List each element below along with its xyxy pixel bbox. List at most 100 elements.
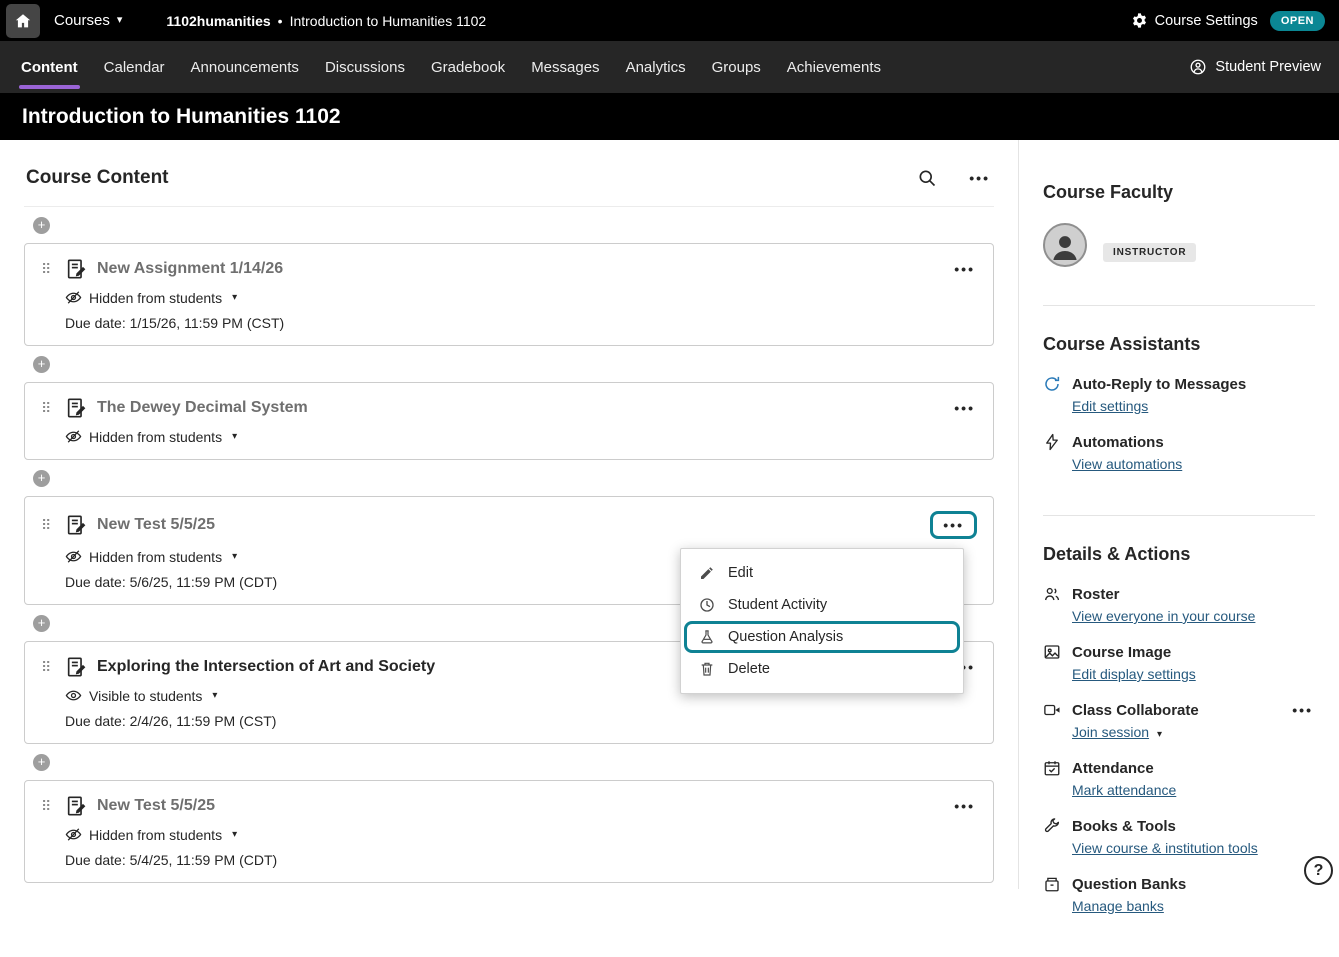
sidebar-item-attendance: Attendance Mark attendance (1043, 759, 1315, 800)
item-menu-button[interactable]: ••• (952, 797, 977, 815)
tab-content[interactable]: Content (8, 41, 91, 93)
course-assistants-section: Course Assistants Auto-Reply to Messages… (1043, 305, 1315, 515)
breadcrumb-separator: • (278, 13, 283, 29)
student-preview-button[interactable]: Student Preview (1189, 41, 1331, 93)
test-icon (65, 795, 87, 817)
item-menu-button[interactable]: ••• (952, 399, 977, 417)
edit-settings-link[interactable]: Edit settings (1072, 398, 1148, 414)
flask-icon (699, 629, 715, 645)
tab-announcements[interactable]: Announcements (178, 41, 312, 93)
menu-item-delete[interactable]: Delete (681, 653, 963, 685)
question-banks-icon (1043, 875, 1061, 893)
course-settings-button[interactable]: Course Settings (1131, 12, 1258, 29)
menu-item-question-analysis[interactable]: Question Analysis (684, 621, 960, 653)
assignment-icon (65, 656, 87, 678)
mark-attendance-link[interactable]: Mark attendance (1072, 782, 1176, 798)
open-status-badge: OPEN (1270, 11, 1325, 31)
breadcrumb-course-name: Introduction to Humanities 1102 (290, 13, 487, 29)
breadcrumb: 1102humanities • Introduction to Humanit… (166, 13, 486, 29)
search-button[interactable] (915, 166, 939, 190)
view-course-tools-link[interactable]: View course & institution tools (1072, 840, 1258, 856)
ellipsis-icon: ••• (1292, 703, 1313, 717)
content-overflow-menu-button[interactable]: ••• (967, 169, 992, 187)
clock-icon (699, 597, 715, 613)
add-content-button[interactable]: + (33, 615, 50, 632)
ellipsis-icon: ••• (954, 262, 975, 276)
tab-achievements[interactable]: Achievements (774, 41, 894, 93)
trash-icon (699, 661, 715, 677)
content-item-title[interactable]: New Test 5/5/25 (97, 797, 215, 815)
image-icon (1043, 643, 1061, 661)
sidebar-item-course-image: Course Image Edit display settings (1043, 643, 1315, 684)
tab-messages[interactable]: Messages (518, 41, 612, 93)
tab-gradebook[interactable]: Gradebook (418, 41, 518, 93)
visibility-dropdown[interactable]: Hidden from students ▾ (65, 289, 977, 306)
drag-handle[interactable]: ⠿ (41, 261, 55, 278)
breadcrumb-course-id: 1102humanities (166, 13, 270, 29)
course-content-panel: Course Content ••• + ⠿ New Assignment 1/… (0, 140, 1018, 889)
course-content-heading: Course Content (26, 167, 169, 189)
student-preview-icon (1189, 58, 1207, 76)
collaborate-camera-icon (1043, 701, 1061, 719)
home-icon (14, 12, 32, 30)
join-session-link[interactable]: Join session (1072, 724, 1149, 740)
drag-handle[interactable]: ⠿ (41, 798, 55, 815)
assignment-icon (65, 258, 87, 280)
drag-handle[interactable]: ⠿ (41, 517, 55, 534)
caret-down-icon: ▾ (117, 15, 123, 26)
tab-analytics[interactable]: Analytics (613, 41, 699, 93)
home-button[interactable] (6, 4, 40, 38)
manage-banks-link[interactable]: Manage banks (1072, 898, 1164, 914)
add-content-button[interactable]: + (33, 470, 50, 487)
caret-down-icon: ▾ (232, 829, 237, 840)
course-faculty-heading: Course Faculty (1043, 182, 1315, 203)
add-content-button[interactable]: + (33, 356, 50, 373)
tab-calendar[interactable]: Calendar (91, 41, 178, 93)
courses-dropdown[interactable]: Courses ▾ (54, 12, 122, 29)
sidebar-item-question-banks: Question Banks Manage banks (1043, 875, 1315, 916)
add-content-button[interactable]: + (33, 754, 50, 771)
course-details-sidebar: Course Faculty INSTRUCTOR Course Assista… (1018, 140, 1339, 889)
menu-item-student-activity[interactable]: Student Activity (681, 589, 963, 621)
caret-down-icon: ▾ (1157, 729, 1162, 740)
gear-icon (1131, 12, 1148, 29)
course-nav: Content Calendar Announcements Discussio… (0, 41, 1339, 93)
lightning-bolt-icon (1043, 433, 1061, 451)
content-item-title[interactable]: New Assignment 1/14/26 (97, 260, 283, 278)
item-menu-button[interactable]: ••• (952, 260, 977, 278)
tab-discussions[interactable]: Discussions (312, 41, 418, 93)
view-automations-link[interactable]: View automations (1072, 456, 1182, 472)
ellipsis-icon: ••• (954, 799, 975, 813)
attendance-calendar-icon (1043, 759, 1061, 777)
add-content-button[interactable]: + (33, 217, 50, 234)
content-item-card: ⠿ New Assignment 1/14/26 ••• Hidden from… (24, 243, 994, 346)
eye-off-icon (65, 428, 82, 445)
instructor-avatar[interactable] (1043, 223, 1087, 267)
instructor-role-badge: INSTRUCTOR (1103, 243, 1196, 262)
page-title: Introduction to Humanities 1102 (22, 105, 341, 129)
eye-off-icon (65, 289, 82, 306)
view-everyone-link[interactable]: View everyone in your course (1072, 608, 1255, 624)
item-menu-button[interactable]: ••• (941, 516, 966, 534)
drag-handle[interactable]: ⠿ (41, 659, 55, 676)
visibility-dropdown[interactable]: Hidden from students ▾ (65, 428, 977, 445)
ellipsis-icon: ••• (954, 401, 975, 415)
content-item-title[interactable]: The Dewey Decimal System (97, 399, 308, 417)
help-button[interactable]: ? (1304, 856, 1333, 885)
content-item-card: ⠿ The Dewey Decimal System ••• Hidden fr… (24, 382, 994, 460)
sidebar-item-books-tools: Books & Tools View course & institution … (1043, 817, 1315, 858)
eye-off-icon (65, 548, 82, 565)
menu-item-edit[interactable]: Edit (681, 557, 963, 589)
caret-down-icon: ▾ (232, 292, 237, 303)
sidebar-item-roster: Roster View everyone in your course (1043, 585, 1315, 626)
content-item-title[interactable]: Exploring the Intersection of Art and So… (97, 658, 435, 676)
edit-display-settings-link[interactable]: Edit display settings (1072, 666, 1196, 682)
drag-handle[interactable]: ⠿ (41, 400, 55, 417)
visibility-dropdown[interactable]: Hidden from students ▾ (65, 826, 977, 843)
due-date: Due date: 2/4/26, 11:59 PM (CST) (65, 713, 977, 729)
content-item-title[interactable]: New Test 5/5/25 (97, 516, 215, 534)
collaborate-menu-button[interactable]: ••• (1290, 701, 1315, 719)
tab-groups[interactable]: Groups (699, 41, 774, 93)
person-icon (1048, 231, 1082, 265)
test-icon (65, 514, 87, 536)
